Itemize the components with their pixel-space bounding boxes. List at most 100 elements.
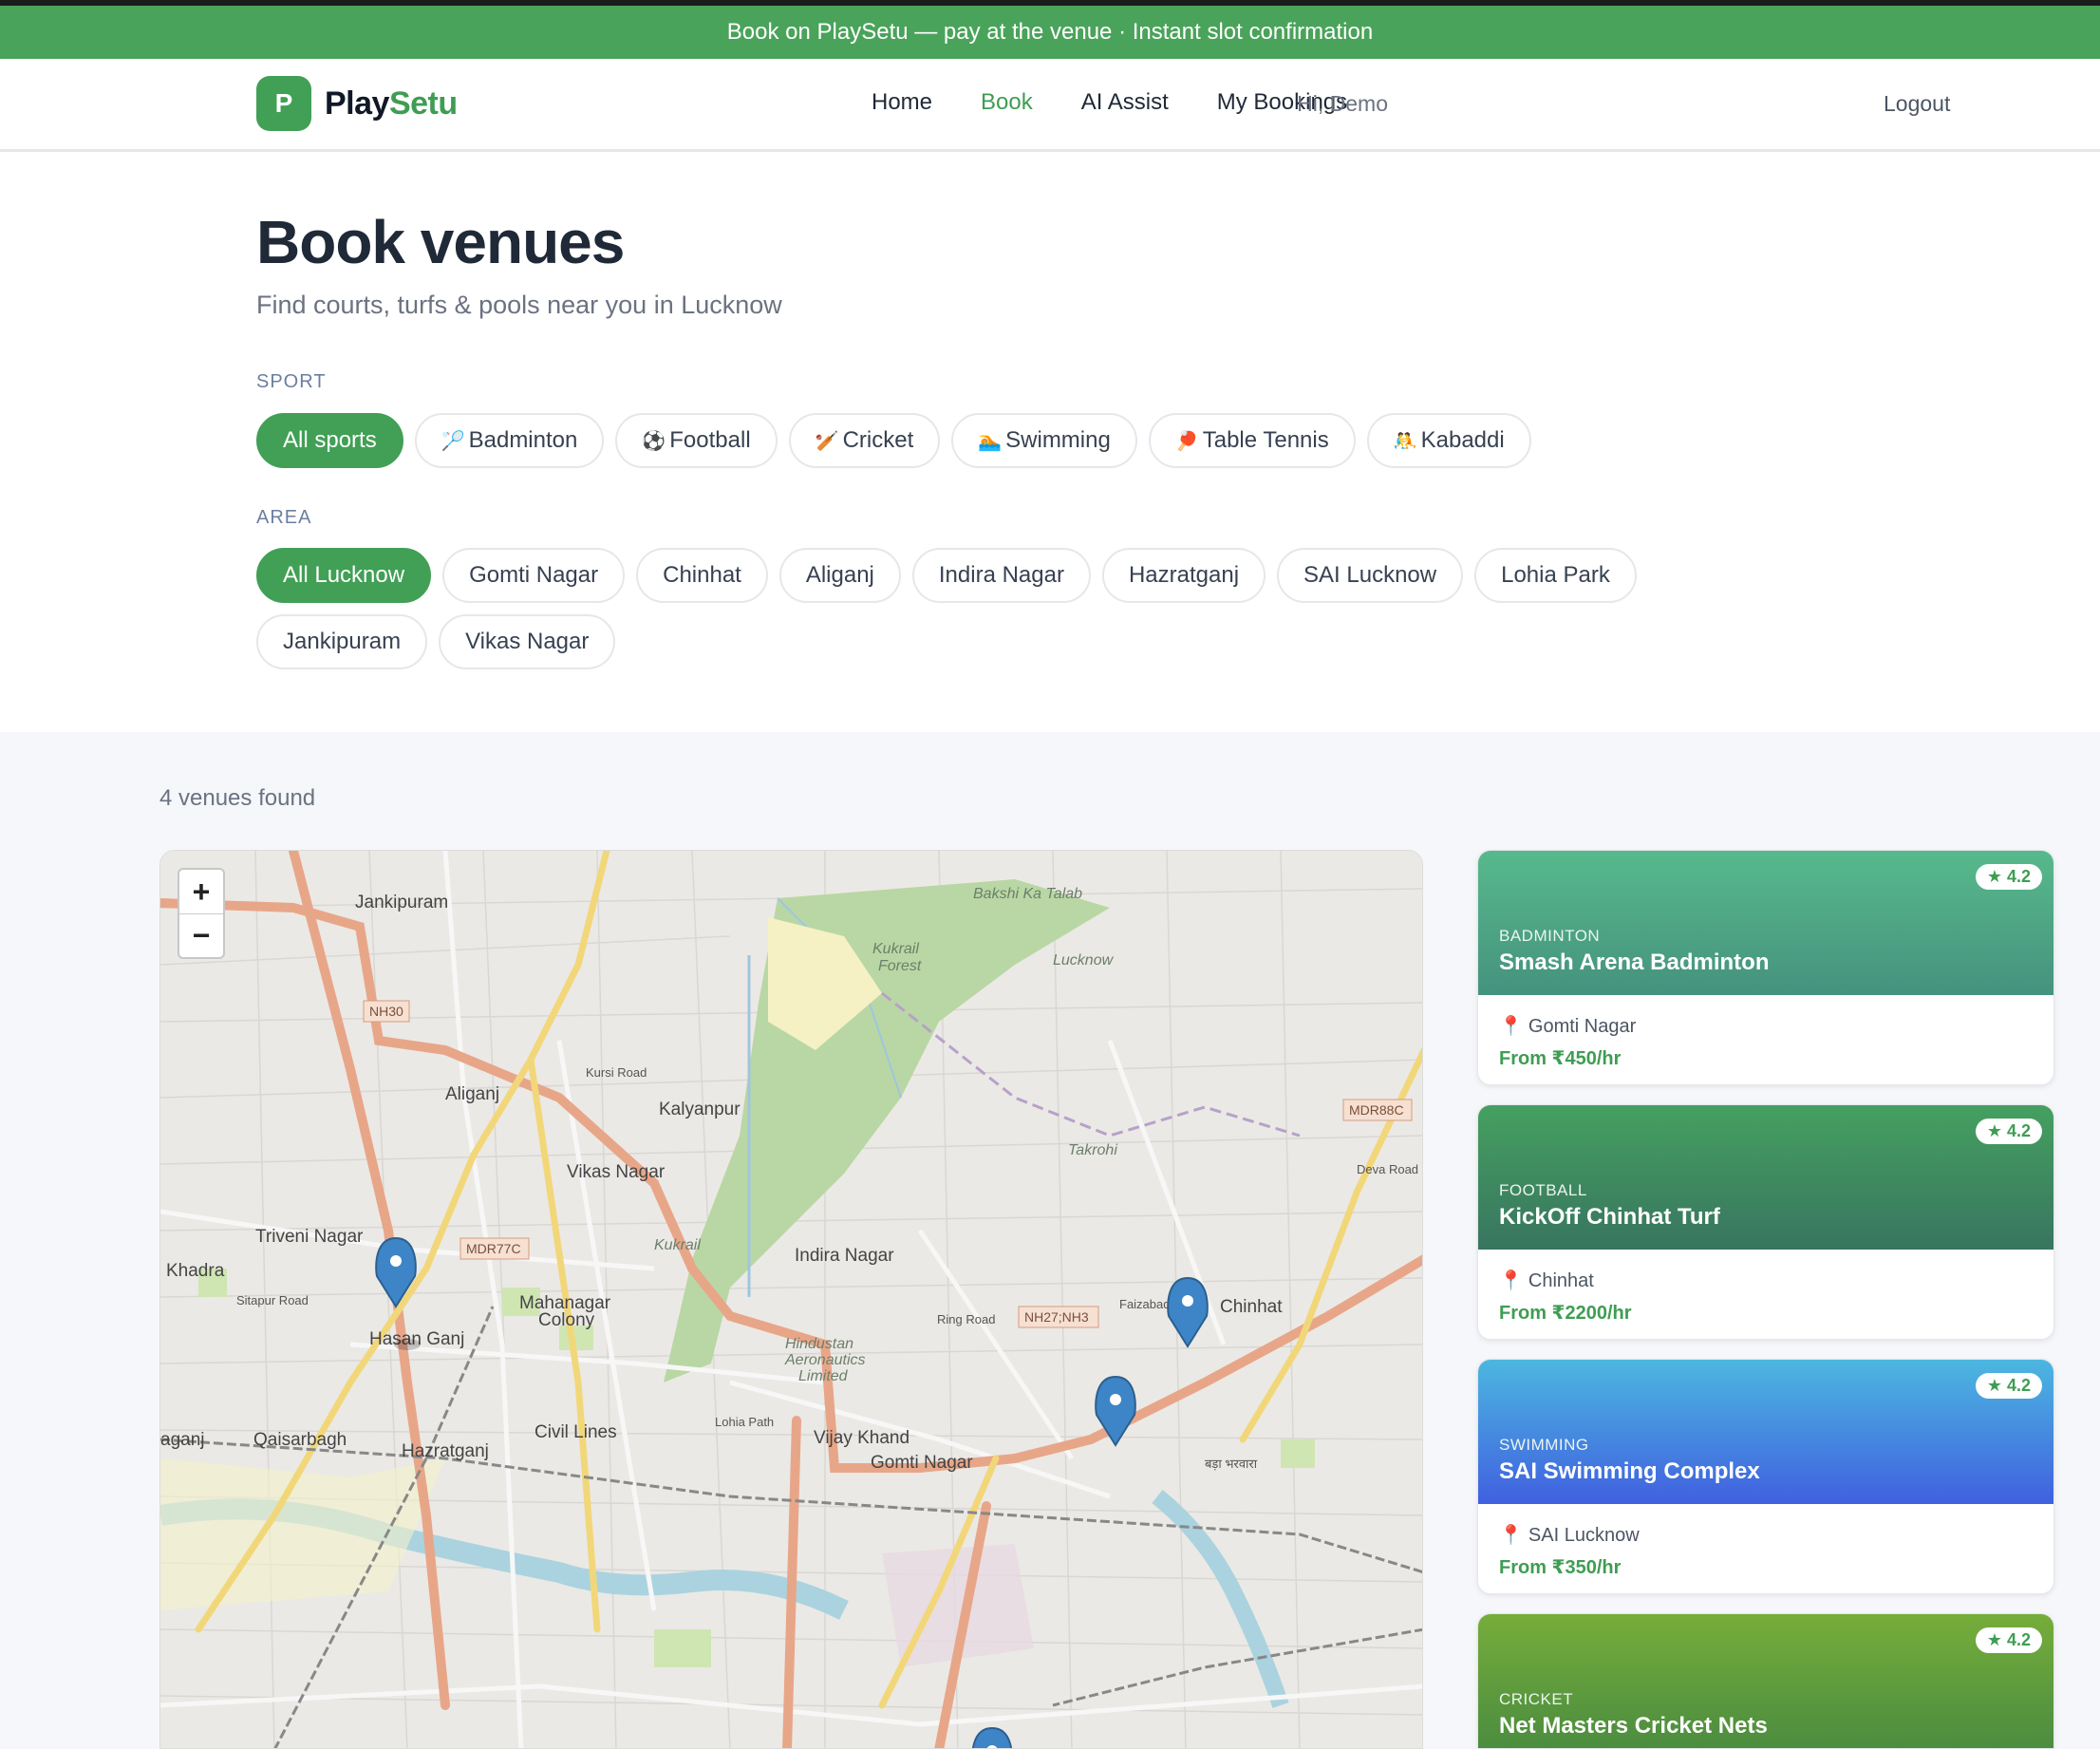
map-label-hal-1: Hindustan — [785, 1336, 853, 1352]
venue-card-banner: ★ 4.2 CRICKET Net Masters Cricket Nets — [1478, 1614, 2053, 1748]
venue-name: Smash Arena Badminton — [1499, 950, 1770, 975]
chip-label: Badminton — [468, 427, 578, 453]
venue-card[interactable]: ★ 4.2 SWIMMING SAI Swimming Complex 📍 SAI… — [1477, 1359, 2054, 1594]
site-header: P PlaySetu Home Book AI Assist My Bookin… — [0, 59, 2100, 152]
chip-vikas-nagar[interactable]: Vikas Nagar — [439, 614, 616, 669]
chip-aliganj[interactable]: Aliganj — [778, 548, 901, 603]
chip-sai-lucknow[interactable]: SAI Lucknow — [1277, 548, 1464, 603]
chip-label: Kabaddi — [1420, 427, 1505, 453]
map-label-colony: Colony — [538, 1310, 595, 1330]
zoom-in-button[interactable]: + — [179, 870, 223, 913]
chip-hazratganj[interactable]: Hazratganj — [1101, 548, 1266, 603]
map-label-aliganj: Aliganj — [445, 1084, 499, 1104]
logout-link[interactable]: Logout — [1884, 91, 1950, 117]
nav-ai-assist[interactable]: AI Assist — [1081, 89, 1169, 116]
area-filter-label: AREA — [256, 507, 312, 528]
nav-book[interactable]: Book — [981, 89, 1033, 116]
map-label-bakshi-ka-talab: Bakshi Ka Talab — [973, 886, 1082, 902]
chip-jankipuram[interactable]: Jankipuram — [256, 614, 428, 669]
venue-card[interactable]: ★ 4.2 FOOTBALL KickOff Chinhat Turf 📍 Chi… — [1477, 1104, 2054, 1340]
sport-filter-label: SPORT — [256, 371, 327, 392]
venue-area: 📍 Chinhat — [1499, 1269, 1594, 1292]
venue-name: Net Masters Cricket Nets — [1499, 1713, 1768, 1739]
map-label-nh27: NH27;NH3 — [1024, 1309, 1089, 1325]
venue-card[interactable]: ★ 4.2 BADMINTON Smash Arena Badminton 📍 G… — [1477, 850, 2054, 1085]
user-greeting: Hi, Demo — [1297, 91, 1388, 116]
chip-badminton[interactable]: 🏸 Badminton — [414, 413, 605, 468]
chip-all-lucknow[interactable]: All Lucknow — [256, 548, 432, 603]
zoom-out-button[interactable]: − — [179, 913, 223, 957]
page-subtitle: Find courts, turfs & pools near you in L… — [256, 291, 782, 319]
results-section: 4 venues found Jankipuram Aliganj Kalyan… — [0, 732, 2100, 1749]
map-label-nh30: NH30 — [369, 1004, 403, 1019]
location-pin-icon: 📍 — [1499, 1016, 1523, 1037]
rating-badge: ★ 4.2 — [1975, 864, 2042, 890]
chip-label: Swimming — [1005, 427, 1111, 453]
chip-lohia-park[interactable]: Lohia Park — [1474, 548, 1637, 603]
nav-home[interactable]: Home — [872, 89, 932, 116]
map-label-mdr88c: MDR88C — [1349, 1102, 1404, 1118]
chip-cricket[interactable]: 🏏 Cricket — [788, 413, 941, 468]
venue-price: From ₹350/hr — [1499, 1557, 1622, 1578]
map-zoom-control: + − — [178, 868, 225, 959]
rating-badge: ★ 4.2 — [1975, 1373, 2042, 1399]
chip-label: Table Tennis — [1202, 427, 1329, 453]
map-label-vikas-nagar: Vikas Nagar — [567, 1162, 666, 1182]
map-label-qaisarbagh: Qaisarbagh — [253, 1430, 347, 1450]
map-label-aganj: aganj — [160, 1430, 205, 1450]
chip-all-sports[interactable]: All sports — [256, 413, 403, 468]
football-icon: ⚽ — [642, 430, 666, 452]
chip-kabaddi[interactable]: 🤼 Kabaddi — [1366, 413, 1531, 468]
logo-text-setu: Setu — [388, 85, 458, 122]
page-title: Book venues — [256, 208, 625, 276]
map-label-hal-2: Aeronautics — [784, 1352, 866, 1368]
rating-badge: ★ 4.2 — [1975, 1627, 2042, 1653]
logo-mark: P — [256, 76, 311, 131]
logo-text-play: Play — [325, 85, 389, 122]
chip-chinhat[interactable]: Chinhat — [636, 548, 768, 603]
chip-label: Football — [669, 427, 751, 453]
map-label-deva-road: Deva Road — [1357, 1162, 1418, 1176]
map-label-hazratganj: Hazratganj — [402, 1441, 489, 1461]
map-label-sitapur-road: Sitapur Road — [236, 1293, 309, 1307]
venue-sport: SWIMMING — [1499, 1436, 1589, 1454]
venue-map[interactable]: Jankipuram Aliganj Kalyanpur Vikas Nagar… — [159, 850, 1423, 1749]
rating-badge: ★ 4.2 — [1975, 1119, 2042, 1144]
map-label-gomti-nagar: Gomti Nagar — [871, 1453, 973, 1473]
map-label-takrohi: Takrohi — [1068, 1142, 1117, 1158]
map-label-chinhat: Chinhat — [1220, 1297, 1283, 1317]
chip-swimming[interactable]: 🏊 Swimming — [951, 413, 1137, 468]
chip-indira-nagar[interactable]: Indira Nagar — [911, 548, 1091, 603]
venue-sport: CRICKET — [1499, 1690, 1574, 1708]
hero: Book venues Find courts, turfs & pools n… — [256, 209, 782, 320]
venue-card-banner: ★ 4.2 FOOTBALL KickOff Chinhat Turf — [1478, 1105, 2053, 1250]
sport-filter: All sports 🏸 Badminton ⚽ Football 🏏 Cricket… — [256, 413, 1531, 468]
venue-area: 📍 Gomti Nagar — [1499, 1014, 1636, 1038]
cricket-icon: 🏏 — [815, 430, 839, 452]
map-label-triveni-nagar: Triveni Nagar — [255, 1227, 364, 1247]
venue-name: SAI Swimming Complex — [1499, 1458, 1760, 1484]
map-label-kursi-road: Kursi Road — [586, 1065, 647, 1080]
venue-card-banner: ★ 4.2 SWIMMING SAI Swimming Complex — [1478, 1360, 2053, 1504]
logo[interactable]: P PlaySetu — [256, 76, 458, 131]
kabaddi-icon: 🤼 — [1393, 430, 1417, 452]
venue-sport: FOOTBALL — [1499, 1181, 1587, 1199]
venue-area-text: Chinhat — [1528, 1270, 1594, 1291]
map-label-forest: Forest — [878, 958, 922, 974]
chip-gomti-nagar[interactable]: Gomti Nagar — [442, 548, 626, 603]
map-label-lucknow: Lucknow — [1053, 952, 1115, 969]
map-label-kukrail-river: Kukrail — [654, 1237, 701, 1253]
map-canvas[interactable]: Jankipuram Aliganj Kalyanpur Vikas Nagar… — [160, 851, 1423, 1749]
badminton-icon: 🏸 — [441, 430, 465, 452]
map-label-mdr77c: MDR77C — [466, 1241, 521, 1256]
venue-name: KickOff Chinhat Turf — [1499, 1204, 1720, 1230]
chip-table-tennis[interactable]: 🏓 Table Tennis — [1148, 413, 1356, 468]
venue-card-banner: ★ 4.2 BADMINTON Smash Arena Badminton — [1478, 851, 2053, 995]
venue-count: 4 venues found — [159, 785, 316, 811]
chip-football[interactable]: ⚽ Football — [615, 413, 778, 468]
promo-banner: Book on PlaySetu — pay at the venue · In… — [0, 0, 2100, 59]
main-nav: Home Book AI Assist My Bookings — [872, 89, 1347, 116]
venue-sport: BADMINTON — [1499, 927, 1601, 945]
venue-price: From ₹450/hr — [1499, 1048, 1622, 1069]
venue-card[interactable]: ★ 4.2 CRICKET Net Masters Cricket Nets — [1477, 1613, 2054, 1749]
